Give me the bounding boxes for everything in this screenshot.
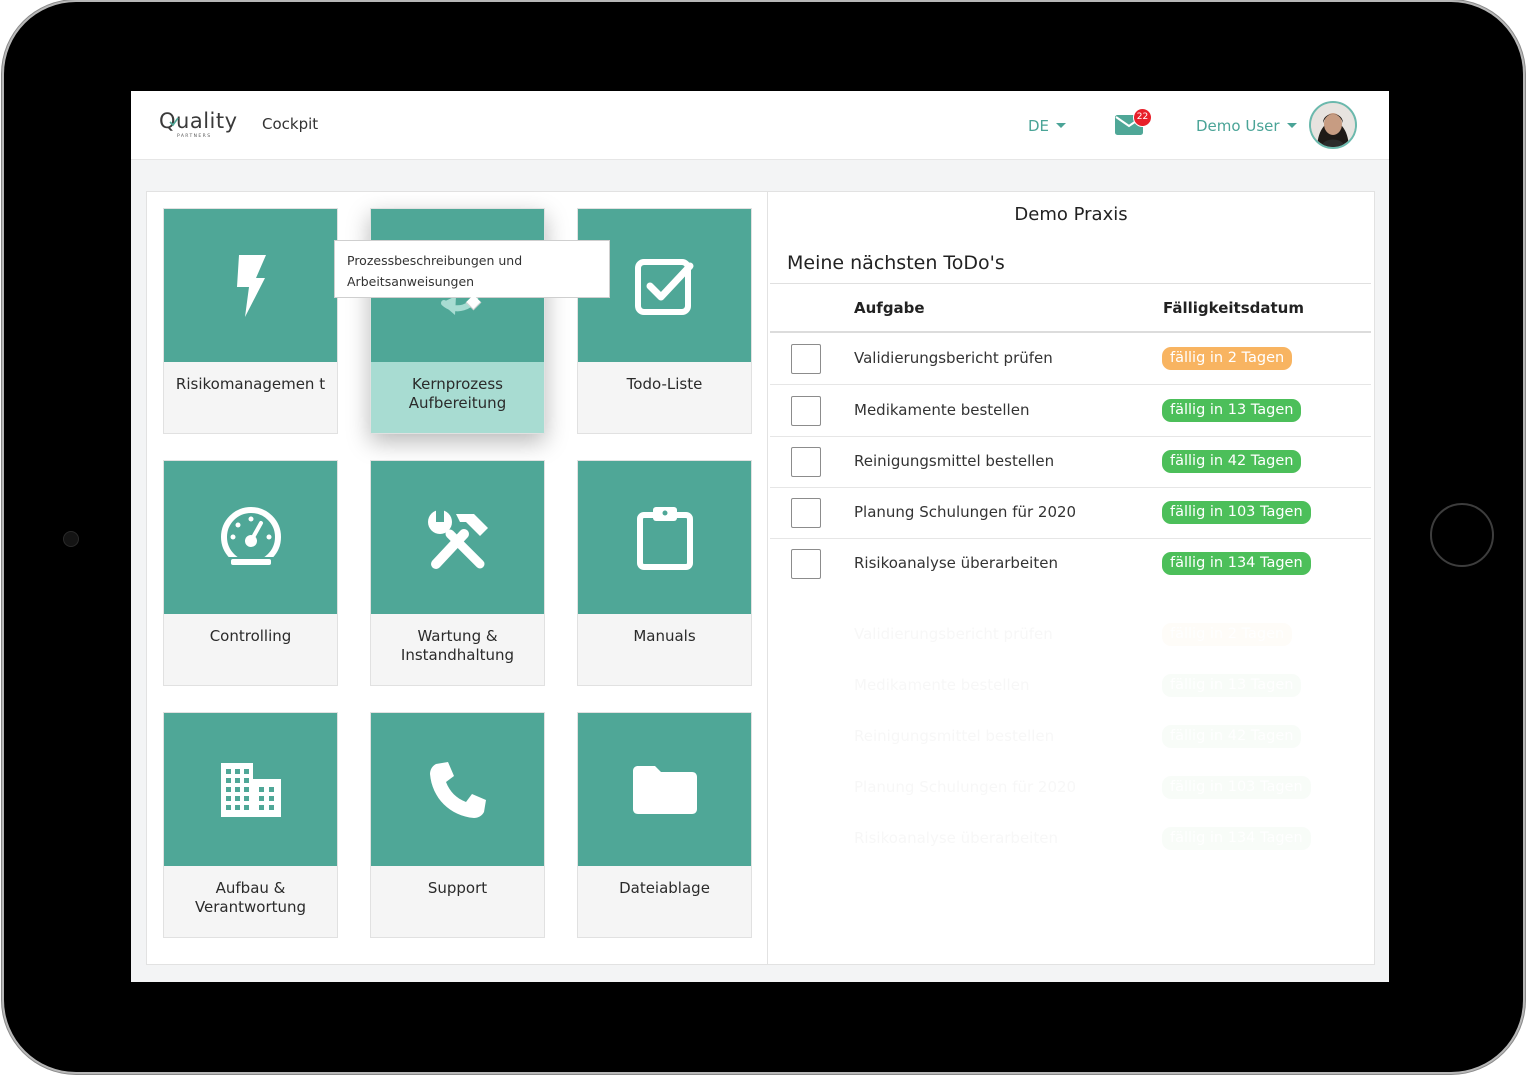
- table-row: Validierungsbericht prüfen fällig in 2 T…: [770, 333, 1371, 385]
- tile-label: Wartung & Instandhaltung: [400, 627, 515, 664]
- todo-heading: Meine nächsten ToDo's: [787, 252, 1005, 274]
- reflection-row: Validierungsbericht prüfen fällig in 2 T…: [770, 609, 1371, 660]
- reflection-row: Risikoanalyse überarbeiten fällig in 134…: [770, 813, 1371, 864]
- todo-task: Reinigungsmittel bestellen: [854, 452, 1055, 470]
- tile-icon-area: [371, 713, 544, 866]
- app-screen: Quality PARTNERS Cockpit DE 22 Demo User: [131, 91, 1389, 982]
- table-row: Risikoanalyse überarbeiten fällig in 134…: [770, 538, 1371, 589]
- tile-icon-area: [371, 461, 544, 614]
- tile-controlling[interactable]: Controlling: [163, 460, 338, 686]
- tools-icon: [427, 507, 488, 569]
- tile-icon-area: [578, 713, 751, 866]
- due-badge: fällig in 2 Tagen: [1162, 347, 1293, 370]
- check-square-icon: [634, 258, 693, 315]
- due-badge: fällig in 103 Tagen: [1162, 776, 1311, 799]
- due-badge: fällig in 134 Tagen: [1162, 827, 1311, 850]
- todo-task: Medikamente bestellen: [854, 401, 1030, 419]
- tile-label: Todo-Liste: [626, 375, 703, 393]
- home-button[interactable]: [1430, 503, 1494, 567]
- language-label: DE: [1028, 117, 1050, 135]
- todo-task: Planung Schulungen für 2020: [854, 503, 1077, 521]
- building-icon: [220, 762, 281, 817]
- chevron-down-icon: [1286, 123, 1297, 128]
- todo-task: Reinigungsmittel bestellen: [854, 727, 1054, 745]
- todo-task: Planung Schulungen für 2020: [854, 778, 1076, 796]
- user-name: Demo User: [1196, 117, 1280, 135]
- due-badge: fällig in 42 Tagen: [1162, 450, 1302, 473]
- due-badge: fällig in 13 Tagen: [1162, 399, 1302, 422]
- mail-count-badge: 22: [1133, 108, 1152, 127]
- todo-checkbox[interactable]: [791, 447, 821, 477]
- due-badge: fällig in 103 Tagen: [1162, 501, 1311, 524]
- phone-icon: [429, 761, 486, 818]
- tile-manuals[interactable]: Manuals: [577, 460, 752, 686]
- logo-check-icon: [169, 117, 179, 127]
- chevron-down-icon: [1056, 123, 1067, 128]
- reflection-row: Planung Schulungen für 2020 fällig in 10…: [770, 762, 1371, 813]
- table-row: Planung Schulungen für 2020 fällig in 10…: [770, 487, 1371, 539]
- tile-label: Controlling: [209, 627, 292, 645]
- todo-checkbox[interactable]: [791, 549, 821, 579]
- logo-subtitle: PARTNERS: [177, 134, 212, 139]
- tile-support[interactable]: Support: [370, 712, 545, 938]
- tile-label: Support: [427, 879, 488, 897]
- table-row: Medikamente bestellen fällig in 13 Tagen: [770, 385, 1371, 437]
- tooltip-line: Prozessbeschreibungen und: [347, 253, 523, 268]
- tile-label: Risikomanagemen t: [175, 375, 326, 393]
- reflection-row: Reinigungsmittel bestellen fällig in 42 …: [770, 711, 1371, 762]
- top-navbar: Quality PARTNERS Cockpit DE 22 Demo User: [131, 91, 1389, 160]
- gauge-icon: [218, 506, 283, 569]
- tile-dateiablage[interactable]: Dateiablage: [577, 712, 752, 938]
- column-header-due[interactable]: Fälligkeitsdatum: [1163, 299, 1304, 317]
- tile-wartung[interactable]: Wartung & Instandhaltung: [370, 460, 545, 686]
- due-badge: fällig in 42 Tagen: [1162, 725, 1301, 748]
- todo-checkbox[interactable]: [791, 344, 821, 374]
- tile-icon-area: [164, 209, 337, 362]
- tile-label: Kernprozess Aufbereitung: [408, 375, 507, 412]
- panel-divider: [767, 192, 768, 964]
- camera-dot: [63, 531, 79, 547]
- tile-icon-area: [164, 461, 337, 614]
- todo-task: Validierungsbericht prüfen: [854, 349, 1053, 367]
- todo-task: Medikamente bestellen: [854, 676, 1029, 694]
- clipboard-icon: [636, 506, 693, 570]
- user-dropdown[interactable]: Demo User: [1196, 117, 1297, 135]
- table-row: Reinigungsmittel bestellen fällig in 42 …: [770, 436, 1371, 488]
- bolt-icon: [236, 254, 266, 317]
- tooltip: Prozessbeschreibungen und Arbeitsanweisu…: [334, 240, 610, 298]
- folder-icon: [632, 765, 697, 814]
- tile-label: Dateiablage: [619, 879, 710, 897]
- tile-label: Manuals: [633, 627, 696, 645]
- avatar[interactable]: [1309, 101, 1357, 149]
- divider: [770, 283, 1371, 284]
- due-badge: fällig in 13 Tagen: [1162, 674, 1301, 697]
- todo-checkbox[interactable]: [791, 396, 821, 426]
- tile-aufbau[interactable]: Aufbau & Verantwortung: [163, 712, 338, 938]
- todo-checkbox[interactable]: [791, 498, 821, 528]
- tile-label: Aufbau & Verantwortung: [194, 879, 307, 916]
- user-portrait-icon: [1311, 103, 1355, 147]
- tile-icon-area: [164, 713, 337, 866]
- column-header-task[interactable]: Aufgabe: [854, 299, 925, 317]
- due-badge: fällig in 134 Tagen: [1162, 552, 1311, 575]
- todo-task: Risikoanalyse überarbeiten: [854, 554, 1058, 572]
- todo-task: Risikoanalyse überarbeiten: [854, 829, 1058, 847]
- due-badge: fällig in 2 Tagen: [1162, 623, 1292, 646]
- tile-risikomanagement[interactable]: Risikomanagemen t: [163, 208, 338, 434]
- main-panel: Risikomanagemen t Kernprozess Aufbereitu…: [146, 191, 1375, 965]
- practice-name: Demo Praxis: [1014, 204, 1128, 225]
- tooltip-line: Arbeitsanweisungen: [347, 274, 475, 289]
- tile-icon-area: [578, 461, 751, 614]
- reflection-row: Medikamente bestellen fällig in 13 Tagen: [770, 660, 1371, 711]
- todo-task: Validierungsbericht prüfen: [854, 625, 1053, 643]
- brand-logo[interactable]: Quality PARTNERS: [159, 109, 238, 141]
- nav-cockpit[interactable]: Cockpit: [262, 115, 318, 133]
- language-dropdown[interactable]: DE: [1028, 117, 1067, 135]
